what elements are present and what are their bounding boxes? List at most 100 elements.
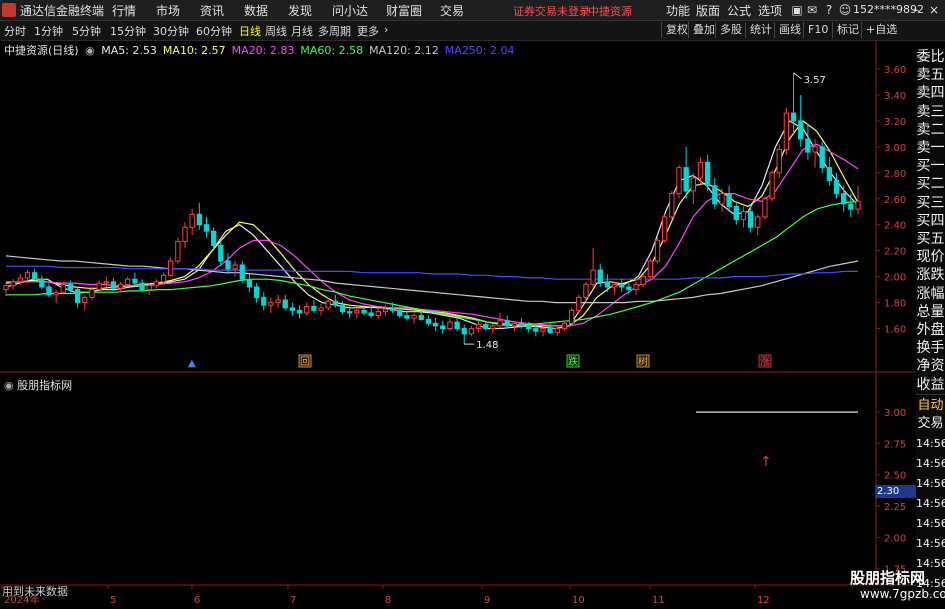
menu-ask[interactable]: 问小达 <box>332 2 368 19</box>
candle-body <box>597 269 603 283</box>
candle-body <box>361 309 367 314</box>
menu-wealth[interactable]: 财富圈 <box>386 2 422 19</box>
side-panel-item[interactable]: 买一 <box>916 157 945 177</box>
period-tab[interactable]: 15分钟 <box>110 23 146 39</box>
toolbar-draw-button[interactable]: 画线 <box>774 22 805 38</box>
menu-discover[interactable]: 发现 <box>288 2 312 19</box>
candle-body <box>103 281 109 284</box>
menu-options[interactable]: 选项 <box>758 2 782 19</box>
side-panel-item[interactable]: 外盘 <box>916 321 945 341</box>
side-panel-item[interactable]: 现价 <box>916 248 945 268</box>
skin-icon[interactable]: ▣ <box>790 3 804 17</box>
candle-body <box>261 296 267 306</box>
side-panel-item[interactable]: 买三 <box>916 193 945 213</box>
period-tab[interactable]: 5分钟 <box>72 23 101 39</box>
candle-body <box>583 283 589 298</box>
candle-body <box>160 274 167 283</box>
period-tab-more[interactable]: 更多 <box>357 23 379 39</box>
candle-body <box>368 312 374 317</box>
ma-legend-item: MA120: 2.12 <box>369 44 439 57</box>
menu-formula[interactable]: 公式 <box>727 2 751 19</box>
side-panel-item[interactable]: 卖二 <box>916 120 945 140</box>
side-panel-item[interactable]: 净资 <box>916 357 945 377</box>
more-chevron-icon[interactable]: › <box>384 23 388 36</box>
candle-body <box>712 185 718 205</box>
menu-news[interactable]: 资讯 <box>200 2 224 19</box>
sub-tick-label: 2.00 <box>884 533 906 544</box>
event-marker-label: 树 <box>638 355 648 368</box>
legend-toggle-icon[interactable]: ◉ <box>85 44 95 57</box>
minimize-icon[interactable]: – <box>909 3 923 17</box>
toolbar-multi-button[interactable]: 多股 <box>715 22 746 38</box>
candle-body <box>246 278 253 288</box>
sub-toggle-icon[interactable]: ◉ <box>4 379 14 392</box>
candle-body <box>96 282 102 291</box>
kline-chart[interactable]: 3.57 1.48 ▲ 回 跌 树 涨 ↑ 1.60 1.80 2.00 2.20 2.40 2.60… <box>0 40 916 609</box>
side-panel-item[interactable]: 涨跌 <box>916 266 945 286</box>
period-tab[interactable]: 月线 <box>291 23 313 39</box>
candle-body <box>747 211 754 228</box>
event-marker-label: 跌 <box>568 355 578 368</box>
side-panel-item[interactable]: 卖五 <box>916 66 945 86</box>
candle-body <box>461 328 467 335</box>
candle-body <box>232 264 238 270</box>
candle-body <box>354 309 360 314</box>
candle-body <box>490 325 496 330</box>
future-data-note: 用到未来数据 <box>2 585 68 598</box>
ma-legend: 中捷资源(日线) ◉ MA5: 2.53 MA10: 2.57 MA20: 2.83… <box>4 42 521 58</box>
candle-body <box>855 200 861 210</box>
close-icon[interactable]: × <box>927 3 941 17</box>
menu-data[interactable]: 数据 <box>244 2 268 19</box>
price-tick-label: 1.60 <box>884 325 906 336</box>
side-panel-item[interactable]: 涨幅 <box>916 284 945 304</box>
period-tab[interactable]: 60分钟 <box>196 23 232 39</box>
menu-trade[interactable]: 交易 <box>440 2 464 19</box>
user-icon[interactable]: ☺ <box>838 3 852 17</box>
toolbar-watchlist-button[interactable]: +自选 <box>861 22 901 38</box>
time-tick-label: 10 <box>572 595 585 606</box>
menu-market[interactable]: 市场 <box>156 2 180 19</box>
time-tick-label: 6 <box>194 595 200 606</box>
candle-body <box>225 260 231 270</box>
candle-body <box>783 112 790 150</box>
period-tab[interactable]: 30分钟 <box>153 23 189 39</box>
trade-time-row: 14:56 <box>916 493 945 515</box>
side-panel-item[interactable]: 收益 <box>916 375 945 395</box>
side-panel-item[interactable]: 卖三 <box>916 102 945 122</box>
toolbar-stats-button[interactable]: 统计 <box>745 22 776 38</box>
candle-body <box>690 177 696 192</box>
candle-body <box>683 167 689 192</box>
candle-body <box>755 216 761 228</box>
price-tick-label: 2.40 <box>884 221 906 232</box>
candle-body <box>3 285 9 291</box>
menu-layout[interactable]: 版面 <box>696 2 720 19</box>
side-panel-item[interactable]: 委比 <box>916 48 945 68</box>
period-tab[interactable]: 分时 <box>4 23 26 39</box>
candle-body <box>447 321 453 330</box>
buy-signal-arrow-icon: ↑ <box>760 454 772 470</box>
menu-quotes[interactable]: 行情 <box>112 2 136 19</box>
menu-function[interactable]: 功能 <box>666 2 690 19</box>
side-panel-item[interactable]: 买五 <box>916 230 945 250</box>
mail-icon[interactable]: ✉ <box>805 3 819 17</box>
login-notice[interactable]: 证券交易未登录 <box>513 3 590 19</box>
side-panel-item[interactable]: 买二 <box>916 175 945 195</box>
help-icon[interactable]: ? <box>822 3 836 17</box>
side-panel-item[interactable]: 买四 <box>916 211 945 231</box>
side-panel-item[interactable]: 卖一 <box>916 139 945 159</box>
ma-line-ma250 <box>6 265 858 280</box>
candle-body <box>289 307 296 311</box>
candle-body <box>17 277 23 283</box>
period-tab[interactable]: 多周期 <box>318 23 351 39</box>
candle-body <box>347 311 353 314</box>
side-panel-item[interactable]: 换手 <box>916 339 945 359</box>
candle-body <box>24 272 31 279</box>
period-tab-daily[interactable]: 日线 <box>239 23 261 39</box>
period-tab[interactable]: 1分钟 <box>34 23 63 39</box>
toolbar-mark-button[interactable]: 标记 <box>832 22 863 38</box>
side-panel-item[interactable]: 总量 <box>916 302 945 322</box>
side-panel-item[interactable]: 卖四 <box>916 84 945 104</box>
candle-body <box>798 120 804 140</box>
toolbar-f10-button[interactable]: F10 <box>803 22 832 38</box>
period-tab[interactable]: 周线 <box>265 23 287 39</box>
